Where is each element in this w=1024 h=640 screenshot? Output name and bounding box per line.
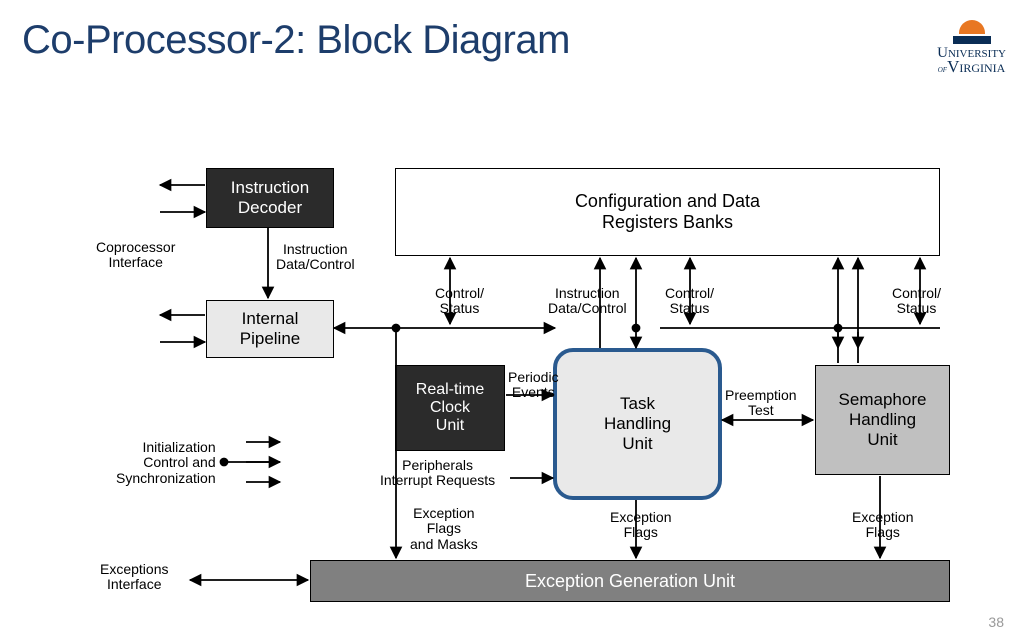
label-initialization: Initialization Control and Synchronizati… [116,440,216,486]
label-exceptions-interface: Exceptions Interface [100,562,168,593]
logo-line2: ofVirginia [937,59,1006,77]
label-control-status-1: Control/ Status [435,286,484,317]
block-exception-gen: Exception Generation Unit [310,560,950,602]
block-task-handling: Task Handling Unit [555,350,720,498]
label-preemption-test: Preemption Test [725,388,797,419]
label-exception-flags-masks: Exception Flags and Masks [410,506,478,552]
block-instruction-decoder: Instruction Decoder [206,168,334,228]
label-control-status-3: Control/ Status [892,286,941,317]
diagram-arrows [0,0,1024,640]
block-semaphore-handling: Semaphore Handling Unit [815,365,950,475]
label-exception-flags-1: Exception Flags [610,510,671,541]
label-peripherals-irq: Peripherals Interrupt Requests [380,458,495,489]
block-config-registers: Configuration and Data Registers Banks [395,168,940,256]
uva-logo: University ofVirginia [937,20,1006,77]
label-periodic-events: Periodic Events [508,370,559,401]
block-rtc: Real-time Clock Unit [395,365,505,451]
logo-dome-icon [959,20,985,34]
block-internal-pipeline: Internal Pipeline [206,300,334,358]
logo-base-icon [953,36,991,44]
label-control-status-2: Control/ Status [665,286,714,317]
page-title: Co-Processor-2: Block Diagram [22,18,570,63]
label-exception-flags-2: Exception Flags [852,510,913,541]
label-instruction-data-control-2: Instruction Data/Control [548,286,627,317]
label-instruction-data-control-1: Instruction Data/Control [276,242,355,273]
label-coprocessor-interface: Coprocessor Interface [96,240,175,271]
page-number: 38 [988,614,1004,630]
